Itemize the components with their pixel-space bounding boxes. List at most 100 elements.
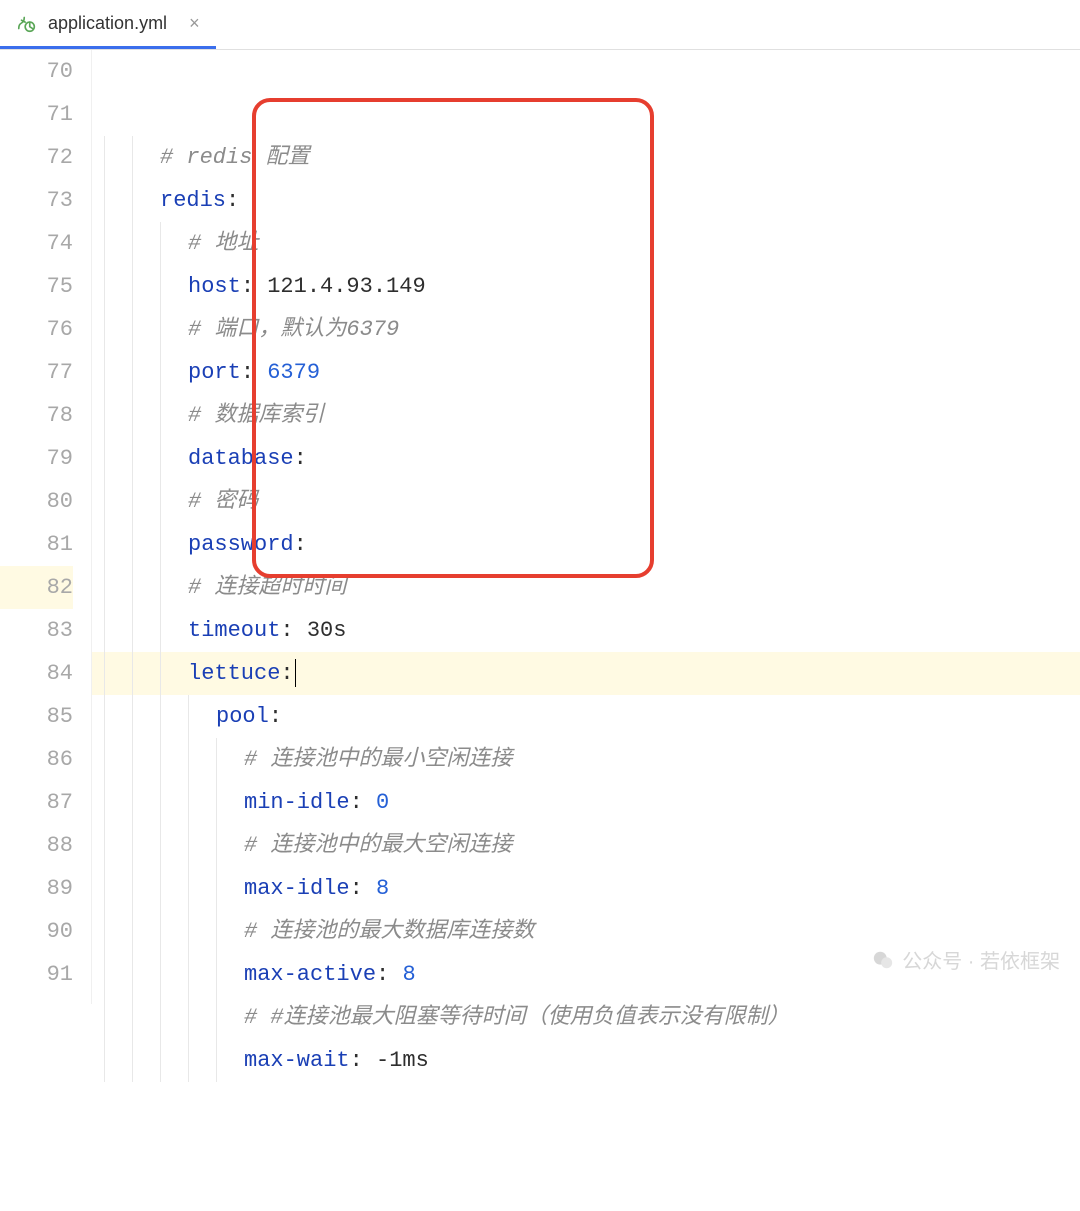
token-comment: # 数据库索引	[188, 403, 324, 428]
code-line[interactable]: lettuce:	[92, 652, 1080, 695]
token-colon: :	[294, 532, 307, 557]
token-number: 8	[376, 876, 389, 901]
watermark-text: 公众号 · 若依框架	[902, 945, 1060, 974]
token-text: 121.4.93.149	[267, 274, 425, 299]
token-key: max-idle	[244, 876, 350, 901]
line-number: 80	[0, 480, 73, 523]
yaml-file-icon	[16, 12, 38, 34]
line-number: 74	[0, 222, 73, 265]
code-line[interactable]: database:	[92, 437, 1080, 480]
line-number: 89	[0, 867, 73, 910]
line-number: 87	[0, 781, 73, 824]
tab-bar: application.yml ×	[0, 0, 1080, 50]
token-colon: :	[350, 876, 376, 901]
code-line[interactable]: # 端口，默认为6379	[92, 308, 1080, 351]
line-content: # 端口，默认为6379	[92, 308, 399, 351]
token-colon: :	[269, 704, 282, 729]
code-line[interactable]: # redis 配置	[92, 136, 1080, 179]
line-number: 88	[0, 824, 73, 867]
token-colon: :	[350, 1048, 376, 1073]
token-key: host	[188, 274, 241, 299]
token-number: 8	[402, 962, 415, 987]
code-line[interactable]: # 数据库索引	[92, 394, 1080, 437]
token-colon: :	[376, 962, 402, 987]
code-line[interactable]: pool:	[92, 695, 1080, 738]
token-text: -1ms	[376, 1048, 429, 1073]
close-icon[interactable]: ×	[177, 13, 200, 34]
token-key: pool	[216, 704, 269, 729]
tab-filename: application.yml	[48, 13, 167, 34]
line-content: # 密码	[92, 480, 258, 523]
token-comment: # redis 配置	[160, 145, 310, 170]
code-line[interactable]: # 连接池中的最大空闲连接	[92, 824, 1080, 867]
line-content: redis:	[92, 179, 239, 222]
code-line[interactable]: min-idle: 0	[92, 781, 1080, 824]
token-number: 0	[376, 790, 389, 815]
editor-tab[interactable]: application.yml ×	[0, 0, 216, 49]
line-number: 83	[0, 609, 73, 652]
code-area[interactable]: # redis 配置redis:# 地址host: 121.4.93.149# …	[92, 50, 1080, 1004]
code-line[interactable]: # 密码	[92, 480, 1080, 523]
token-comment: # 连接超时时间	[188, 575, 346, 600]
line-content: # 连接超时时间	[92, 566, 346, 609]
code-line[interactable]: password:	[92, 523, 1080, 566]
line-content: # redis 配置	[92, 136, 310, 179]
token-comment: # 连接池中的最小空闲连接	[244, 747, 512, 772]
code-line[interactable]: # 连接池中的最小空闲连接	[92, 738, 1080, 781]
token-key: max-active	[244, 962, 376, 987]
code-line[interactable]: redis:	[92, 179, 1080, 222]
token-key: port	[188, 360, 241, 385]
wechat-icon	[872, 949, 894, 971]
code-line[interactable]: # 地址	[92, 222, 1080, 265]
line-content: host: 121.4.93.149	[92, 265, 426, 308]
line-number: 85	[0, 695, 73, 738]
token-comment: # 连接池中的最大空闲连接	[244, 833, 512, 858]
code-line[interactable]: # #连接池最大阻塞等待时间（使用负值表示没有限制）	[92, 996, 1080, 1039]
line-number: 82	[0, 566, 73, 609]
code-line[interactable]: port: 6379	[92, 351, 1080, 394]
token-key: lettuce	[188, 661, 280, 686]
line-number: 90	[0, 910, 73, 953]
line-number: 73	[0, 179, 73, 222]
line-content: # 数据库索引	[92, 394, 324, 437]
line-number: 77	[0, 351, 73, 394]
line-content: # 连接池中的最小空闲连接	[92, 738, 512, 781]
line-content: max-wait: -1ms	[92, 1039, 429, 1082]
token-key: min-idle	[244, 790, 350, 815]
line-content: timeout: 30s	[92, 609, 346, 652]
line-number-gutter: 7071727374757677787980818283848586878889…	[0, 50, 92, 1004]
token-key: timeout	[188, 618, 280, 643]
line-number: 72	[0, 136, 73, 179]
line-content: port: 6379	[92, 351, 320, 394]
token-colon: :	[350, 790, 376, 815]
line-content: database:	[92, 437, 307, 480]
token-text: 30s	[307, 618, 347, 643]
code-line[interactable]: timeout: 30s	[92, 609, 1080, 652]
line-content: # 地址	[92, 222, 258, 265]
line-content: # 连接池的最大数据库连接数	[92, 910, 534, 953]
code-line[interactable]: max-idle: 8	[92, 867, 1080, 910]
line-content: password:	[92, 523, 307, 566]
line-content: max-idle: 8	[92, 867, 389, 910]
code-line[interactable]: max-wait: -1ms	[92, 1039, 1080, 1082]
token-number: 6379	[267, 360, 320, 385]
token-key: max-wait	[244, 1048, 350, 1073]
line-content: # 连接池中的最大空闲连接	[92, 824, 512, 867]
watermark: 公众号 · 若依框架	[872, 945, 1060, 974]
line-number: 91	[0, 953, 73, 996]
editor[interactable]: 7071727374757677787980818283848586878889…	[0, 50, 1080, 1004]
line-number: 71	[0, 93, 73, 136]
line-number: 75	[0, 265, 73, 308]
token-key: database	[188, 446, 294, 471]
line-number: 84	[0, 652, 73, 695]
token-colon: :	[226, 188, 239, 213]
token-comment: # 密码	[188, 489, 258, 514]
code-line[interactable]: host: 121.4.93.149	[92, 265, 1080, 308]
line-number: 78	[0, 394, 73, 437]
line-number: 79	[0, 437, 73, 480]
line-content: min-idle: 0	[92, 781, 389, 824]
code-line[interactable]: # 连接超时时间	[92, 566, 1080, 609]
token-key: password	[188, 532, 294, 557]
line-number: 86	[0, 738, 73, 781]
token-comment: # 端口，默认为6379	[188, 317, 399, 342]
